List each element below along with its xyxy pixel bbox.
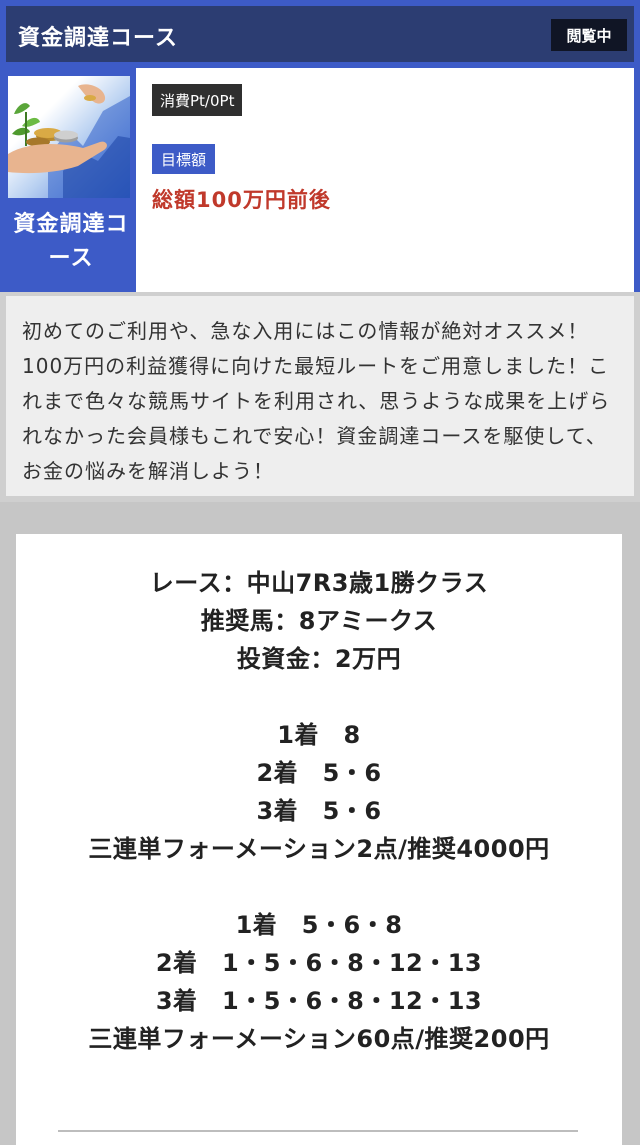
formation2-third: 3着 1・5・6・8・12・13	[155, 987, 483, 1015]
section-divider	[58, 1130, 578, 1132]
coins-in-hand-image	[8, 76, 130, 198]
race-info: レース：中山7R3歳1勝クラス	[149, 569, 489, 597]
course-thumbnail-column[interactable]: 資金調達コース	[6, 68, 136, 292]
picks-card: レース：中山7R3歳1勝クラス 推奨馬：8アミークス 投資金：2万円 1着 8 …	[16, 534, 622, 1145]
points-cost-badge: 消費Pt/0Pt	[152, 84, 243, 116]
formation2-summary: 三連単フォーメーション60点/推奨200円	[88, 1025, 550, 1053]
formation2-first: 1着 5・6・8	[235, 911, 403, 939]
formation1-first: 1着 8	[277, 721, 361, 749]
course-title: 資金調達コース	[18, 26, 178, 51]
recommended-horse: 推奨馬：8アミークス	[200, 607, 438, 635]
course-header: 資金調達コース 閲覧中	[0, 0, 640, 70]
formation1-summary: 三連単フォーメーション2点/推奨4000円	[88, 835, 550, 863]
target-amount-label: 目標額	[152, 144, 216, 174]
course-thumbnail-label: 資金調達コース	[13, 212, 129, 271]
course-description: 初めてのご利用や、急な入用にはこの情報が絶対オススメ！100万円の利益獲得に向け…	[22, 319, 611, 483]
course-description-box: 初めてのご利用や、急な入用にはこの情報が絶対オススメ！100万円の利益獲得に向け…	[0, 292, 640, 502]
formation2-second: 2着 1・5・6・8・12・13	[155, 949, 483, 977]
formation1-second: 2着 5・6	[256, 759, 382, 787]
formation1-third: 3着 5・6	[256, 797, 382, 825]
course-title-bar: 資金調達コース 閲覧中	[6, 6, 634, 62]
target-amount-value: 総額100万円前後	[152, 188, 331, 212]
viewing-status-badge: 閲覧中	[551, 19, 627, 51]
investment-amount: 投資金：2万円	[236, 645, 402, 673]
course-info-row: 資金調達コース 消費Pt/0Pt 目標額 総額100万円前後	[0, 68, 640, 292]
